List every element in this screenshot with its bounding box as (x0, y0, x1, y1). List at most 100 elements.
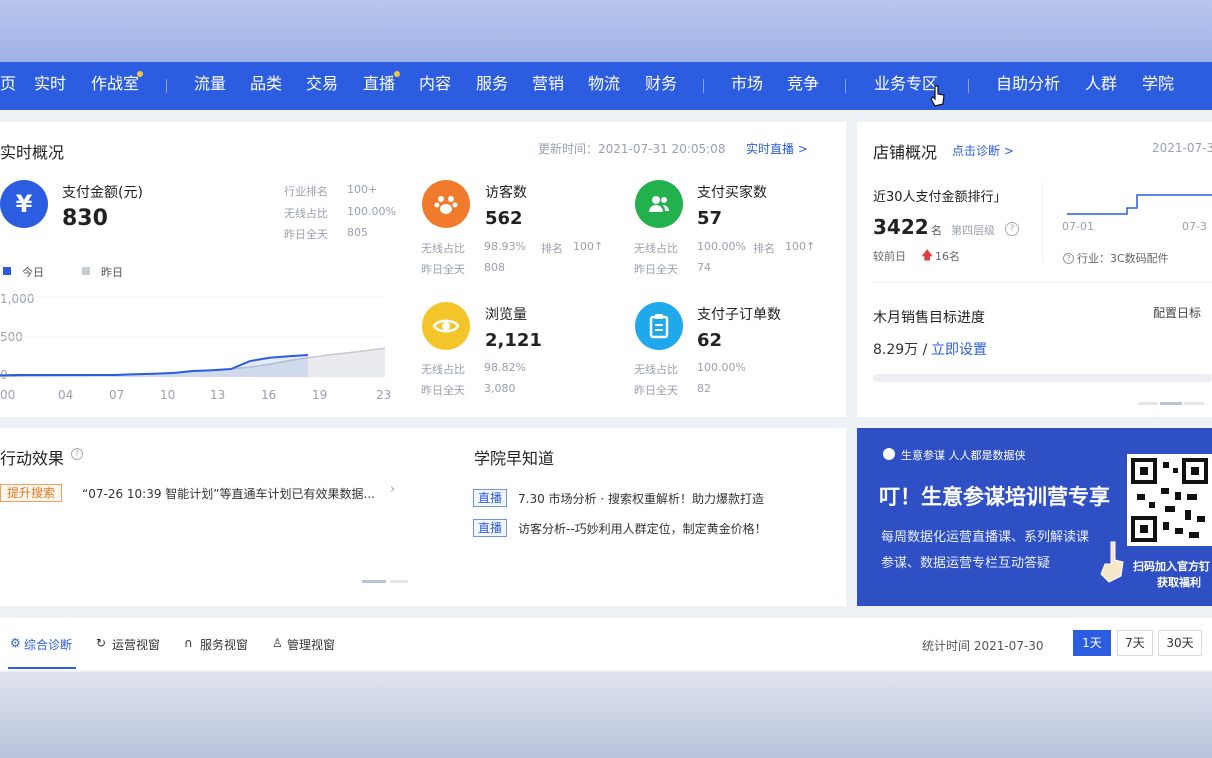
section-title: 学院早知道 (474, 449, 555, 468)
metric-subvalue: 98.82% (484, 361, 526, 374)
scan-text: 扫码加入官方钉 (1133, 560, 1210, 573)
nav-item-market[interactable]: 市场 (731, 74, 763, 94)
diagnosis-icon: ⚙ (10, 636, 21, 650)
nav-item-marketing[interactable]: 营销 (532, 74, 564, 94)
config-goal-link[interactable]: 配置日标 (1153, 304, 1201, 321)
rank-unit: 名 (931, 224, 942, 237)
metric-subvalue: 82 (697, 382, 711, 395)
store-overview-card: 店铺概况 点击诊断 > 2021-07-3 近30人支付金额排行」 3422 名… (857, 122, 1212, 417)
diagnose-link[interactable]: 点击诊断 > (952, 142, 1014, 159)
divider (873, 282, 1212, 283)
nav-item-logistics[interactable]: 物流 (588, 74, 620, 94)
carousel-dot-active[interactable] (1160, 402, 1182, 405)
pointing-hand-icon (1100, 541, 1124, 583)
live-tag: 直播 (473, 519, 508, 537)
metric-subkey: 无线占比 (421, 242, 465, 255)
chevron-right-icon[interactable]: › (390, 482, 395, 497)
tab-management[interactable]: 管理视窗 (287, 636, 335, 653)
x-tick: 07 (109, 388, 125, 402)
new-dot (137, 71, 143, 77)
carousel-dot[interactable] (390, 580, 408, 583)
x-tick: 07-01 (1062, 220, 1094, 233)
nav-item-finance[interactable]: 财务 (645, 74, 677, 94)
active-tab-indicator (8, 667, 76, 669)
goal-progress-bar (873, 374, 1212, 382)
banner-line: 每周数据化运营直播课、系列解读课 (881, 530, 1090, 545)
headset-icon: ∩ (184, 636, 193, 650)
yuan-icon: ¥ (0, 180, 48, 228)
nav-item-category[interactable]: 品类 (250, 74, 282, 94)
carousel-dot[interactable] (1138, 402, 1158, 405)
scan-text: 获取福利 (1157, 576, 1201, 589)
divider (1042, 182, 1043, 262)
nav-item-live[interactable]: 直播 (363, 74, 395, 94)
paw-icon (422, 180, 470, 228)
section-title: 店铺概况 (873, 143, 938, 162)
x-tick: 16 (261, 388, 277, 402)
range-1d-button[interactable]: 1天 (1073, 630, 1111, 656)
metric-subkey: 排名 (541, 242, 563, 255)
banner-line: 参谋、数据运营专栏互动答疑 (881, 556, 1051, 571)
x-tick: 10 (160, 388, 176, 402)
pay-amount-value: 830 (62, 206, 108, 231)
nav-divider (845, 79, 846, 93)
tab-operation[interactable]: 运营视窗 (112, 636, 160, 653)
compare-value: 16名 (935, 250, 960, 263)
academy-item[interactable]: 访客分析--巧妙利用人群定位，制定黄金价格！ (518, 520, 767, 537)
x-tick: 00 (0, 388, 16, 402)
set-goal-link[interactable]: 立即设置 (931, 339, 987, 359)
help-icon[interactable]: ? (1063, 253, 1074, 264)
range-30d-button[interactable]: 30天 (1158, 630, 1202, 656)
carousel-dot-active[interactable] (362, 580, 386, 583)
banner-headline: 叮！生意参谋培训营专享 (879, 485, 1110, 509)
stat-time: 统计时间 2021-07-30 (922, 639, 1044, 653)
brand-logo-icon (883, 448, 895, 460)
metric-subkey: 昨日全天 (634, 384, 678, 397)
legend-yesterday: 昨日 (101, 266, 123, 279)
pay-amount-label: 支付金额(元) (62, 185, 143, 201)
metric-subvalue: 100.00% (697, 240, 746, 253)
tab-comprehensive[interactable]: 综合诊断 (24, 636, 72, 653)
metric-subvalue: 100↑ (785, 240, 816, 253)
bottom-background (0, 672, 1212, 758)
metric-subvalue: 3,080 (484, 382, 516, 395)
nav-divider (703, 79, 704, 93)
nav-item-crowd[interactable]: 人群 (1085, 74, 1117, 94)
legend-today: 今日 (22, 266, 44, 279)
action-text[interactable]: “07-26 10:39 智能计划”等直通车计划已有效果数据... (82, 485, 375, 502)
help-icon[interactable]: ? (1005, 222, 1019, 236)
nav-item-business-zone[interactable]: 业务专区 (874, 74, 938, 94)
x-tick: 07-3 (1182, 220, 1207, 233)
carousel-dot[interactable] (1184, 402, 1204, 405)
academy-item[interactable]: 7.30 市场分析 · 搜索权重解析！助力爆款打造 (518, 490, 764, 507)
qr-code (1127, 454, 1212, 546)
action-tag: 提升搜索 (0, 484, 63, 502)
nav-item-warroom[interactable]: 作战室 (91, 74, 139, 94)
x-tick: 04 (58, 388, 74, 402)
training-banner[interactable]: 生意参谋 人人都是数据侠 叮！生意参谋培训营专享 每周数据化运营直播课、系列解读… (857, 428, 1212, 606)
nav-item-home[interactable]: 页 (0, 74, 16, 94)
nav-item-service[interactable]: 服务 (476, 74, 508, 94)
rank-value: 100+ (347, 183, 378, 196)
rank-title: 近30人支付金额排行」 (873, 190, 1007, 205)
nav-item-traffic[interactable]: 流量 (194, 74, 226, 94)
nav-item-realtime[interactable]: 实时 (34, 74, 66, 94)
metric-subkey: 无线占比 (634, 242, 678, 255)
main-nav: 页 实时 作战室 流量 品类 交易 直播 内容 服务 营销 物流 财务 市场 竞… (0, 62, 1212, 110)
nav-item-trade[interactable]: 交易 (306, 74, 338, 94)
x-tick: 19 (312, 388, 328, 402)
rank-level: 第四层级 (951, 224, 995, 237)
x-tick: 13 (210, 388, 226, 402)
live-link[interactable]: 实时直播 > (746, 140, 808, 157)
eye-icon (422, 302, 470, 350)
tab-service[interactable]: 服务视窗 (200, 636, 248, 653)
metric-subvalue: 808 (484, 261, 505, 274)
diagnosis-tabbar: ⚙ 综合诊断 ↻ 运营视窗 ∩ 服务视窗 ♙ 管理视窗 统计时间 2021-07… (0, 618, 1212, 670)
hand-cursor-icon (930, 85, 945, 107)
nav-item-academy[interactable]: 学院 (1142, 74, 1174, 94)
nav-item-self-analysis[interactable]: 自助分析 (996, 74, 1060, 94)
nav-item-content[interactable]: 内容 (419, 74, 451, 94)
help-icon[interactable]: ? (71, 448, 83, 460)
nav-item-competition[interactable]: 竞争 (787, 74, 819, 94)
range-7d-button[interactable]: 7天 (1117, 630, 1153, 656)
